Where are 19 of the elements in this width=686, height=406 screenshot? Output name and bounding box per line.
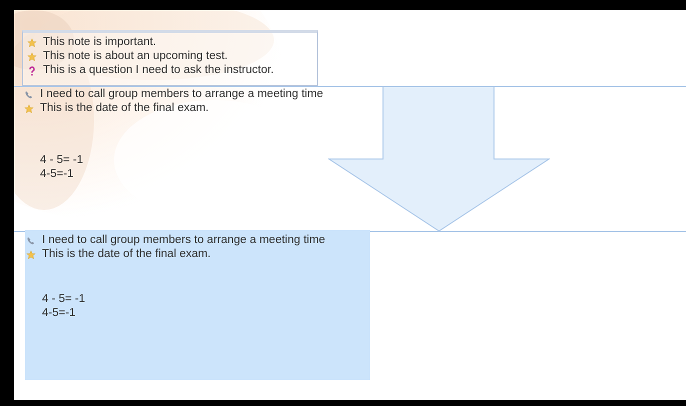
note-text: This note is important. [43,35,156,50]
note-container[interactable]: I need to call group members to arrange a meeting time This is the date of the final exam. 4 - 5= -1 4-5=-1 [25,230,370,380]
equation-text: 4-5=-1 [40,167,75,180]
equation-text: 4-5=-1 [42,306,77,319]
star-icon [27,52,37,62]
question-mark-icon [27,66,37,76]
note-text: I need to call group members to arrange a meeting time [40,87,324,102]
star-icon [24,104,34,114]
note-text: This note is about an upcoming test. [43,49,228,64]
star-icon [26,250,36,260]
equation-text: 4 - 5= -1 [40,153,84,166]
phone-icon [26,236,36,246]
equation-text: 4 - 5= -1 [42,292,86,305]
star-icon [27,38,37,48]
note-text: This is the date of the final exam. [42,247,211,262]
note-text: This is the date of the final exam. [40,101,209,116]
phone-icon [24,90,34,100]
note-text: I need to call group members to arrange a meeting time [42,233,326,248]
note-text: This is a question I need to ask the instructor. [43,63,274,78]
